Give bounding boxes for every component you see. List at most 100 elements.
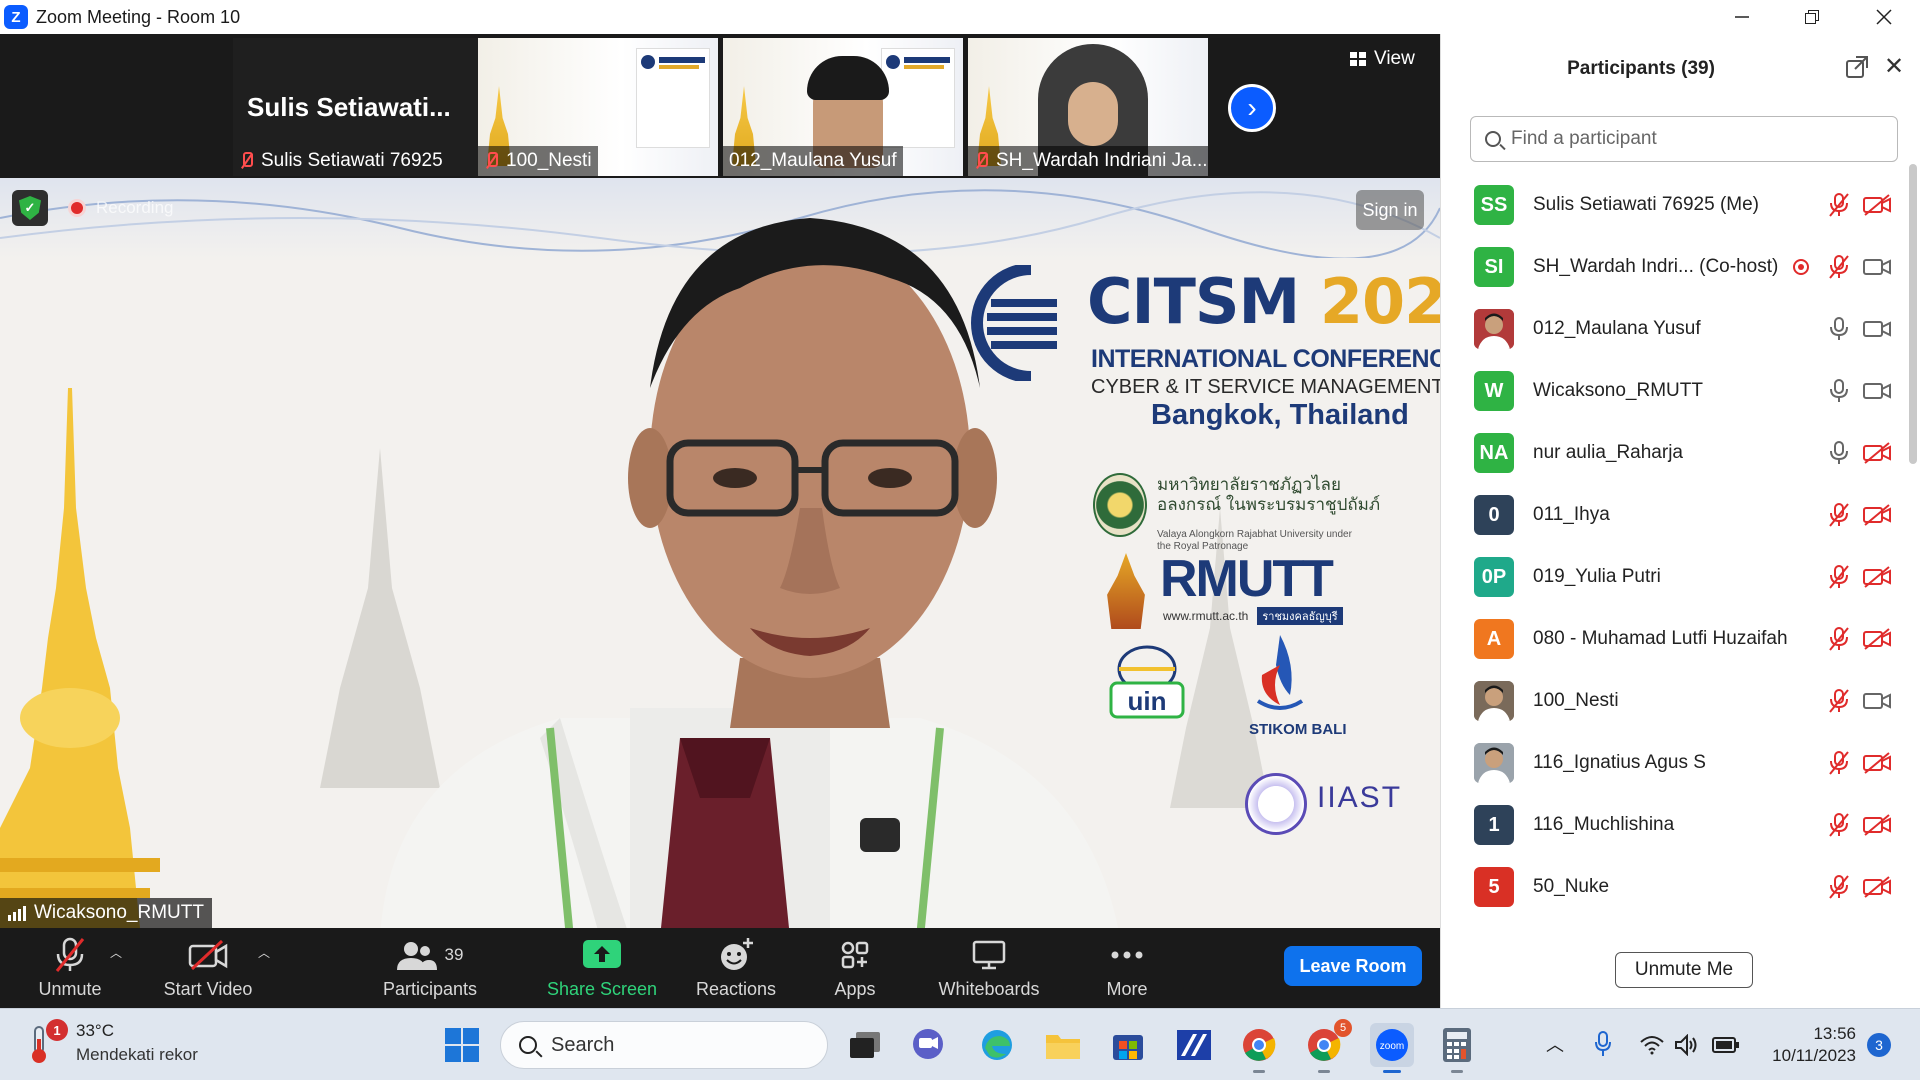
teams-chat-button[interactable] [906, 1023, 950, 1067]
mic-muted-icon[interactable] [1828, 255, 1850, 279]
video-off-icon[interactable] [1863, 566, 1891, 588]
start-button[interactable] [440, 1023, 484, 1067]
chevron-up-icon[interactable]: ︿ [258, 944, 270, 961]
whiteboards-button[interactable]: Whiteboards [928, 928, 1050, 1008]
security-shield-button[interactable]: ✓ [12, 190, 48, 226]
app-notification-badge: 5 [1334, 1019, 1352, 1037]
task-view-button[interactable] [843, 1023, 887, 1067]
recording-indicator[interactable]: Recording [68, 198, 174, 218]
participant-row[interactable]: SS Sulis Setiawati 76925 (Me) [1441, 174, 1907, 236]
video-off-icon[interactable] [1863, 194, 1891, 216]
mic-muted-icon[interactable] [1828, 565, 1850, 589]
chevron-up-icon[interactable]: ︿ [110, 944, 122, 961]
video-off-icon[interactable] [1863, 628, 1891, 650]
sign-in-button[interactable]: Sign in [1356, 190, 1424, 230]
file-explorer-button[interactable] [1041, 1023, 1085, 1067]
video-tile[interactable]: 100_Nesti [478, 38, 718, 176]
unmute-label: Unmute [38, 979, 102, 999]
participant-row[interactable]: NA nur aulia_Raharja [1441, 422, 1907, 484]
mic-muted-icon[interactable] [1828, 689, 1850, 713]
tile-name: 012_Maulana Yusuf [729, 150, 897, 171]
video-off-icon[interactable] [1863, 442, 1891, 464]
microphone-icon[interactable] [1594, 1031, 1612, 1057]
chrome-button[interactable] [1237, 1023, 1281, 1073]
mic-muted-icon[interactable] [1828, 503, 1850, 527]
participant-row[interactable]: SI SH_Wardah Indri... (Co-host) [1441, 236, 1907, 298]
participant-row[interactable]: 0P 019_Yulia Putri [1441, 546, 1907, 608]
system-clock[interactable]: 13:56 10/11/2023 [1760, 1023, 1856, 1067]
participant-row[interactable]: A 080 - Muhamad Lutfi Huzaifah [1441, 608, 1907, 670]
video-off-icon[interactable] [1863, 876, 1891, 898]
mic-icon[interactable] [1828, 379, 1850, 403]
start-video-button[interactable]: Start Video [148, 928, 268, 1008]
participant-row[interactable]: 100_Nesti [1441, 670, 1907, 732]
video-tile[interactable]: 012_Maulana Yusuf [723, 38, 963, 176]
unmute-button[interactable]: Unmute [20, 928, 120, 1008]
mic-muted-icon[interactable] [1828, 627, 1850, 651]
participant-row[interactable]: 0 011_Ihya [1441, 484, 1907, 546]
taskbar-search-box[interactable]: Search [500, 1021, 828, 1069]
mic-muted-icon[interactable] [1828, 193, 1850, 217]
video-tile-name-card[interactable]: Sulis Setiawati... Sulis Setiawati 76925 [233, 38, 478, 176]
video-off-icon[interactable] [1863, 752, 1891, 774]
leave-room-button[interactable]: Leave Room [1284, 946, 1422, 986]
pop-out-icon[interactable] [1846, 56, 1868, 78]
participants-button[interactable]: 39 Participants [370, 928, 490, 1008]
participant-name: 012_Maulana Yusuf [1533, 318, 1701, 339]
iiast-logo-icon [1245, 773, 1307, 835]
shield-check-icon: ✓ [19, 196, 41, 220]
weather-description[interactable]: Mendekati rekor [76, 1045, 198, 1065]
participant-search-input[interactable]: Find a participant [1470, 116, 1898, 162]
pinned-app-button[interactable] [1172, 1023, 1216, 1067]
wifi-icon[interactable] [1640, 1035, 1664, 1055]
mic-icon[interactable] [1828, 317, 1850, 341]
video-off-icon[interactable] [1863, 504, 1891, 526]
volume-icon[interactable] [1675, 1034, 1699, 1056]
mic-muted-icon[interactable] [1828, 751, 1850, 775]
university-seal-icon [1093, 473, 1147, 537]
maximize-button[interactable] [1784, 0, 1840, 34]
notification-center-badge[interactable]: 3 [1867, 1033, 1891, 1057]
video-icon[interactable] [1863, 256, 1891, 278]
video-icon[interactable] [1863, 380, 1891, 402]
active-name: Sulis Setiawati... [247, 92, 451, 122]
rmutt-url: www.rmutt.ac.th [1163, 609, 1249, 623]
store-button[interactable] [1106, 1023, 1150, 1067]
minimize-button[interactable] [1714, 0, 1770, 34]
participant-row[interactable]: 116_Ignatius Agus S [1441, 732, 1907, 794]
chevron-up-icon[interactable]: ︿ [1546, 1031, 1564, 1057]
participant-name: Wicaksono_RMUTT [1533, 380, 1703, 401]
video-tile[interactable]: SH_Wardah Indriani Ja... [968, 38, 1208, 176]
reactions-button[interactable]: Reactions [686, 928, 786, 1008]
participant-row[interactable]: 1 116_Muchlishina [1441, 794, 1907, 856]
video-icon[interactable] [1863, 690, 1891, 712]
edge-button[interactable] [975, 1023, 1019, 1067]
mic-muted-icon[interactable] [1828, 813, 1850, 837]
search-icon [519, 1036, 537, 1054]
avatar: NA [1474, 433, 1514, 473]
participant-row[interactable]: W Wicaksono_RMUTT [1441, 360, 1907, 422]
mic-icon[interactable] [1828, 441, 1850, 465]
participant-row[interactable]: 012_Maulana Yusuf [1441, 298, 1907, 360]
weather-temperature[interactable]: 33°C [76, 1021, 114, 1041]
video-off-icon[interactable] [1863, 814, 1891, 836]
mic-muted-icon[interactable] [1828, 875, 1850, 899]
close-panel-icon[interactable]: ✕ [1884, 52, 1904, 81]
zoom-taskbar-button[interactable]: zoom [1370, 1023, 1414, 1073]
close-window-button[interactable] [1856, 0, 1912, 34]
more-label: More [1106, 979, 1148, 999]
unmute-me-button[interactable]: Unmute Me [1615, 952, 1753, 988]
battery-icon[interactable] [1712, 1036, 1740, 1054]
more-button[interactable]: More [1077, 928, 1177, 1008]
view-button[interactable]: View [1350, 48, 1415, 70]
participant-row[interactable] [1441, 918, 1907, 924]
window-title: Zoom Meeting - Room 10 [36, 6, 241, 27]
participant-list-scrollbar[interactable] [1909, 164, 1917, 464]
share-screen-button[interactable]: Share Screen [540, 928, 664, 1008]
chrome-profile-button[interactable]: 5 [1302, 1019, 1352, 1073]
apps-button[interactable]: Apps [805, 928, 905, 1008]
next-page-button[interactable]: › [1228, 84, 1276, 132]
video-icon[interactable] [1863, 318, 1891, 340]
participant-row[interactable]: 5 50_Nuke [1441, 856, 1907, 918]
calculator-button[interactable] [1435, 1023, 1479, 1073]
